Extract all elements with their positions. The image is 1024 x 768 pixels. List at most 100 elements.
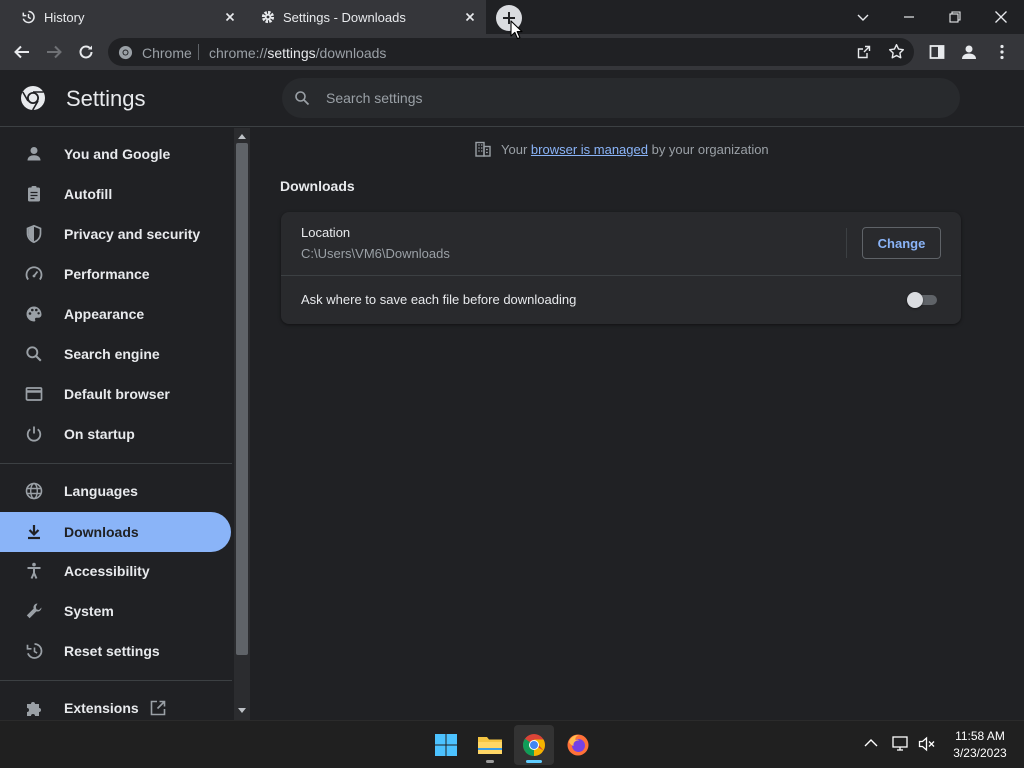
sidebar-item-accessibility[interactable]: Accessibility xyxy=(0,551,231,591)
network-icon[interactable] xyxy=(892,736,910,752)
url-prefix: chrome:// xyxy=(209,45,268,61)
side-panel-button[interactable] xyxy=(927,42,947,62)
palette-icon xyxy=(24,304,44,324)
sidebar-item-default-browser[interactable]: Default browser xyxy=(0,374,231,414)
sidebar-item-label: Appearance xyxy=(64,306,145,322)
chevron-up-icon[interactable] xyxy=(864,738,878,748)
minimize-button[interactable] xyxy=(898,6,920,28)
sidebar-item-label: Extensions xyxy=(64,700,139,716)
sidebar-item-performance[interactable]: Performance xyxy=(0,254,231,294)
arrow-right-icon xyxy=(45,43,63,61)
sidebar-item-label: Performance xyxy=(64,266,150,282)
back-button[interactable] xyxy=(12,42,32,62)
history-icon xyxy=(20,9,36,25)
tab-search-button[interactable] xyxy=(852,6,874,28)
close-icon[interactable] xyxy=(462,9,478,25)
sidebar-item-system[interactable]: System xyxy=(0,591,231,631)
restore-button[interactable] xyxy=(944,6,966,28)
restore-icon xyxy=(949,11,961,23)
scroll-up-icon[interactable] xyxy=(236,130,248,142)
reload-button[interactable] xyxy=(76,42,96,62)
kebab-menu-icon xyxy=(999,44,1005,60)
tab-title-settings: Settings - Downloads xyxy=(283,10,406,25)
running-indicator xyxy=(486,760,494,763)
file-explorer-button[interactable] xyxy=(470,725,510,765)
sidebar-item-privacy-security[interactable]: Privacy and security xyxy=(0,214,231,254)
sidebar-item-reset-settings[interactable]: Reset settings xyxy=(0,631,231,671)
sidebar-item-label: On startup xyxy=(64,426,135,442)
side-panel-icon xyxy=(929,44,945,60)
wrench-icon xyxy=(24,601,44,621)
sidebar-item-languages[interactable]: Languages xyxy=(0,471,231,511)
puzzle-icon xyxy=(24,698,44,718)
sidebar-item-on-startup[interactable]: On startup xyxy=(0,414,231,454)
taskbar: 11:58 AM 3/23/2023 xyxy=(0,720,1024,768)
profile-button[interactable] xyxy=(959,42,979,62)
reload-icon xyxy=(77,43,95,61)
clipboard-icon xyxy=(24,184,44,204)
chrome-logo-icon xyxy=(20,85,46,111)
share-icon[interactable] xyxy=(856,44,872,60)
search-icon xyxy=(294,90,310,106)
search-icon xyxy=(24,344,44,364)
url-text[interactable]: chrome://settings/downloads xyxy=(209,45,386,61)
url-path: /downloads xyxy=(315,45,387,61)
volume-muted-icon[interactable] xyxy=(918,736,936,752)
chrome-icon xyxy=(522,733,546,757)
windows-logo-icon xyxy=(434,733,458,757)
tab-title-history: History xyxy=(44,10,85,25)
building-icon xyxy=(474,140,492,158)
sidebar-item-downloads[interactable]: Downloads xyxy=(0,512,231,552)
download-icon xyxy=(24,522,44,542)
toggle-knob xyxy=(907,292,923,308)
active-indicator xyxy=(526,760,542,763)
chrome-taskbar-button[interactable] xyxy=(514,725,554,765)
divider xyxy=(846,228,847,258)
start-button[interactable] xyxy=(426,725,466,765)
main-content: Your browser is managed by your organiza… xyxy=(250,128,1024,720)
close-window-button[interactable] xyxy=(990,6,1012,28)
scroll-down-icon[interactable] xyxy=(236,705,248,717)
managed-link[interactable]: browser is managed xyxy=(531,142,648,157)
close-icon xyxy=(994,10,1008,24)
sidebar-item-label: System xyxy=(64,603,114,619)
reset-icon xyxy=(24,641,44,661)
gear-icon xyxy=(260,9,276,25)
person-icon xyxy=(960,43,978,61)
close-icon[interactable] xyxy=(222,9,238,25)
ask-where-to-save-toggle[interactable] xyxy=(907,292,939,308)
managed-suffix: by your organization xyxy=(651,142,769,157)
forward-button[interactable] xyxy=(44,42,64,62)
arrow-left-icon xyxy=(13,43,31,61)
accessibility-icon xyxy=(24,561,44,581)
sidebar-item-label: You and Google xyxy=(64,146,171,162)
star-icon[interactable] xyxy=(888,43,905,60)
scrollbar-thumb[interactable] xyxy=(236,143,248,655)
managed-notice: Your browser is managed by your organiza… xyxy=(501,142,769,157)
clock-date[interactable]: 3/23/2023 xyxy=(940,746,1020,760)
sidebar-item-search-engine[interactable]: Search engine xyxy=(0,334,231,374)
sidebar-item-appearance[interactable]: Appearance xyxy=(0,294,231,334)
managed-prefix: Your xyxy=(501,142,528,157)
search-input[interactable] xyxy=(326,87,926,109)
firefox-taskbar-button[interactable] xyxy=(558,725,598,765)
location-label: Location xyxy=(301,225,351,240)
sidebar-item-you-and-google[interactable]: You and Google xyxy=(0,134,231,174)
mouse-cursor-icon xyxy=(510,20,524,40)
sidebar-item-autofill[interactable]: Autofill xyxy=(0,174,231,214)
menu-button[interactable] xyxy=(992,42,1012,62)
chrome-icon xyxy=(118,45,133,60)
sidebar-item-label: Accessibility xyxy=(64,563,150,579)
globe-icon xyxy=(24,481,44,501)
sidebar-item-label: Privacy and security xyxy=(64,226,201,242)
tab-history[interactable]: History xyxy=(0,0,246,34)
tab-settings[interactable]: Settings - Downloads xyxy=(246,0,486,34)
address-bar[interactable]: Chrome chrome://settings/downloads xyxy=(108,38,914,66)
change-location-button[interactable]: Change xyxy=(862,227,941,259)
clock-time[interactable]: 11:58 AM xyxy=(940,729,1020,743)
power-icon xyxy=(24,424,44,444)
settings-search[interactable] xyxy=(282,78,960,118)
sidebar-item-label: Languages xyxy=(64,483,138,499)
sidebar-item-label: Search engine xyxy=(64,346,160,362)
ask-where-to-save-label: Ask where to save each file before downl… xyxy=(301,292,577,307)
